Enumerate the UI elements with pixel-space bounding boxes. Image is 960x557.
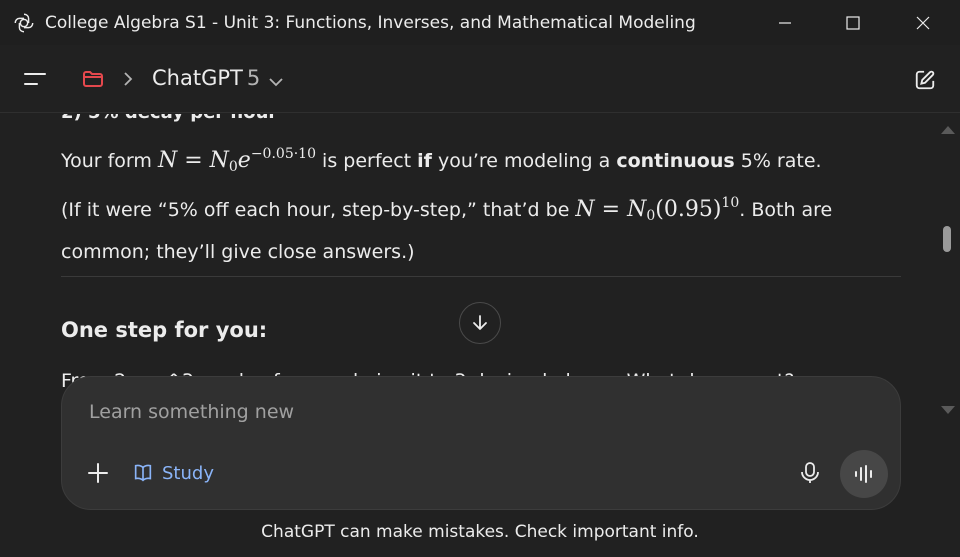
- scrollbar-thumb[interactable]: [943, 226, 951, 252]
- window-titlebar: College Algebra S1 - Unit 3: Functions, …: [0, 0, 960, 45]
- add-attachment-button[interactable]: [84, 459, 112, 487]
- maximize-button[interactable]: [830, 0, 876, 45]
- new-chat-button[interactable]: [910, 65, 940, 95]
- text-run: 5% rate.: [734, 150, 822, 172]
- plus-icon: [88, 463, 108, 483]
- text-run: you’re modeling a: [431, 150, 617, 172]
- folder-icon[interactable]: [82, 69, 104, 93]
- minimize-icon: [779, 21, 791, 24]
- scroll-to-bottom-button[interactable]: [459, 302, 501, 344]
- formula-discrete: N = N0(0.95)10: [575, 195, 740, 224]
- voice-mode-button[interactable]: [840, 450, 888, 498]
- scroll-down-arrow-icon[interactable]: [940, 400, 956, 419]
- chat-header: ChatGPT 5: [0, 45, 960, 113]
- microphone-icon: [801, 462, 819, 483]
- close-icon: [916, 16, 930, 29]
- study-mode-button[interactable]: Study: [132, 457, 214, 489]
- text-run: is perfect: [316, 150, 418, 172]
- scrollbar[interactable]: [936, 114, 960, 557]
- study-label: Study: [162, 462, 214, 484]
- maximize-icon: [846, 15, 860, 30]
- disclaimer-text: ChatGPT can make mistakes. Check importa…: [261, 522, 699, 542]
- chevron-right-icon: [122, 71, 134, 91]
- book-icon: [134, 464, 152, 482]
- chevron-down-icon[interactable]: [268, 73, 284, 92]
- bold-text: if: [417, 150, 432, 172]
- bold-text: continuous: [616, 150, 735, 172]
- formula-continuous: N = N0e−0.05·10: [157, 146, 316, 175]
- step-heading: One step for you:: [61, 318, 268, 342]
- arrow-down-icon: [473, 315, 487, 330]
- prompt-input[interactable]: Learn something new: [89, 401, 294, 423]
- assistant-paragraph: Your form N = N0e−0.05·10 is perfect if …: [61, 136, 911, 270]
- section-heading-cut: 2) 5% decay per hour: [61, 114, 277, 123]
- voice-mode-icon: [855, 465, 872, 483]
- dictate-button[interactable]: [796, 459, 824, 487]
- new-chat-icon: [915, 70, 935, 90]
- scroll-up-arrow-icon[interactable]: [940, 120, 956, 139]
- text-run: (If it were “5% off each hour, step-by-s…: [61, 199, 576, 221]
- text-run: Your form: [61, 150, 158, 172]
- model-version-label: 5: [246, 66, 261, 90]
- message-composer[interactable]: Learn something new Study: [61, 376, 901, 510]
- sidebar-menu-icon: [24, 73, 46, 85]
- model-selector[interactable]: ChatGPT 5: [152, 66, 260, 90]
- window-title: College Algebra S1 - Unit 3: Functions, …: [45, 12, 696, 33]
- close-button[interactable]: [900, 0, 946, 45]
- minimize-button[interactable]: [762, 0, 808, 45]
- chatgpt-logo-icon: [13, 12, 35, 34]
- divider: [61, 276, 901, 277]
- model-name-label: ChatGPT: [152, 66, 243, 90]
- sidebar-toggle-button[interactable]: [20, 65, 50, 93]
